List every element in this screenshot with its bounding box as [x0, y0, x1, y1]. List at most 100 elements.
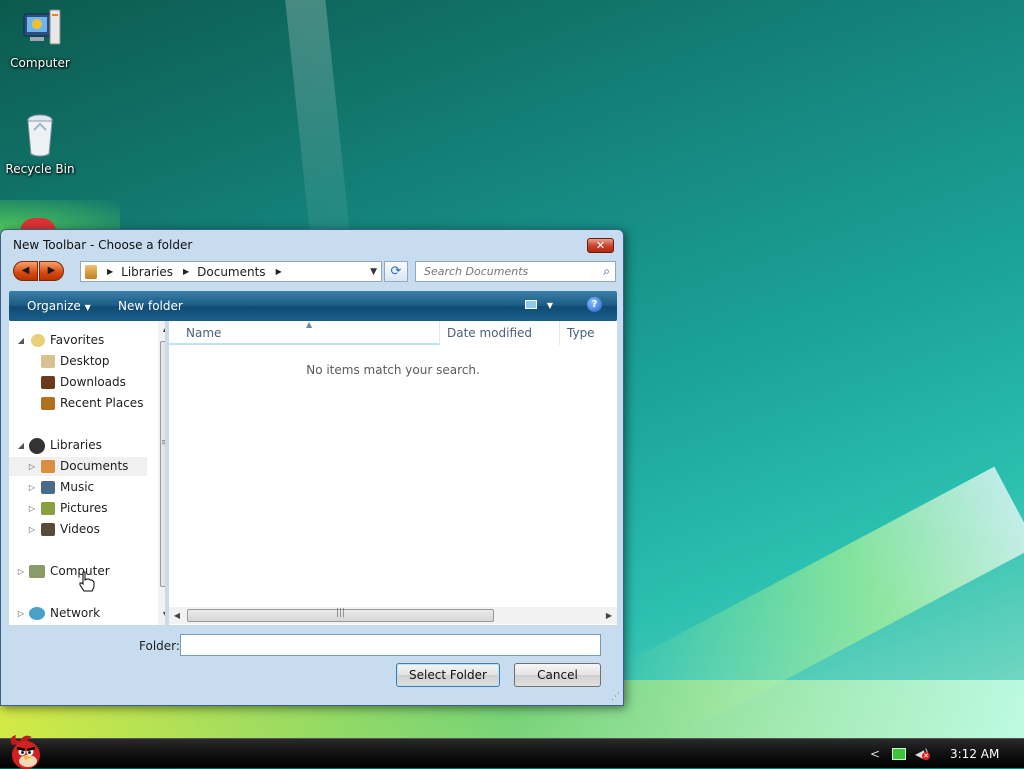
forward-button[interactable]: ▶: [39, 261, 64, 281]
pictures-icon: [41, 502, 55, 515]
desktop-icon-label: Computer: [10, 56, 70, 70]
muted-x-icon: ✕: [922, 752, 930, 760]
scroll-down-icon[interactable]: ▼: [158, 607, 165, 623]
network-tray-icon[interactable]: [892, 748, 906, 760]
nav-label: Desktop: [60, 354, 110, 368]
chevron-down-icon[interactable]: ▼: [370, 267, 377, 277]
cancel-button[interactable]: Cancel: [514, 663, 601, 687]
expand-arrow-icon[interactable]: ▷: [27, 520, 37, 539]
address-bar[interactable]: ▶ Libraries ▶ Documents ▶ ▼: [80, 261, 382, 282]
libraries-icon: [29, 438, 45, 454]
wallpaper-streak: [623, 466, 1024, 744]
desktop-icon-recycle-bin[interactable]: Recycle Bin: [0, 112, 80, 176]
navigation-buttons: ◀ ▶: [13, 261, 64, 281]
nav-item-documents[interactable]: ▷ Documents: [9, 457, 147, 476]
dialog-title: New Toolbar - Choose a folder: [13, 238, 193, 252]
navigation-pane: ◢ Favorites Desktop Downloads Recent Pla…: [9, 321, 166, 625]
expand-arrow-icon[interactable]: ▷: [16, 562, 26, 581]
chevron-right-icon[interactable]: ▶: [107, 267, 113, 276]
network-icon: [29, 607, 45, 620]
scrollbar-thumb[interactable]: [160, 341, 165, 587]
nav-vertical-scrollbar[interactable]: ▲ ≡ ▼: [158, 321, 165, 625]
volume-muted-icon[interactable]: ◀)✕: [915, 747, 931, 761]
organize-button[interactable]: Organize ▼: [27, 299, 91, 313]
column-header-date-modified[interactable]: Date modified: [440, 321, 560, 345]
breadcrumb-documents[interactable]: Documents: [197, 265, 265, 279]
desktop-icon-label: Recycle Bin: [5, 162, 75, 176]
folder-name-input[interactable]: [180, 634, 601, 656]
help-button[interactable]: ?: [587, 297, 602, 312]
nav-item-downloads[interactable]: Downloads: [9, 373, 147, 392]
views-button[interactable]: ▼: [525, 297, 553, 311]
chevron-right-icon[interactable]: ▶: [276, 267, 282, 276]
nav-item-recent-places[interactable]: Recent Places: [9, 394, 147, 413]
show-hidden-icons-chevron-icon[interactable]: <: [870, 747, 880, 761]
nav-label: Favorites: [50, 333, 105, 347]
views-icon: [525, 300, 537, 309]
music-icon: [41, 481, 55, 494]
scroll-left-icon[interactable]: ◀: [169, 607, 185, 624]
nav-favorites[interactable]: ◢ Favorites: [9, 331, 147, 350]
nav-label: Documents: [60, 459, 129, 473]
refresh-button[interactable]: ⟳: [384, 261, 408, 282]
nav-label: Recent Places: [60, 396, 144, 410]
search-input[interactable]: [416, 262, 586, 281]
choose-folder-dialog: New Toolbar - Choose a folder ✕ ◀ ▶ ▶ Li…: [0, 229, 624, 706]
expand-arrow-icon[interactable]: ▷: [27, 478, 37, 497]
nav-libraries[interactable]: ◢ Libraries: [9, 436, 147, 455]
close-button[interactable]: ✕: [587, 238, 614, 253]
search-icon[interactable]: ⌕: [603, 264, 610, 279]
file-list-pane: ▲ Name Date modified Type No items match…: [169, 320, 617, 625]
nav-item-desktop[interactable]: Desktop: [9, 352, 147, 371]
nav-label: Libraries: [50, 438, 102, 452]
taskbar-clock[interactable]: 3:12 AM: [950, 747, 999, 761]
chevron-right-icon[interactable]: ▶: [183, 267, 189, 276]
column-header-type[interactable]: Type: [560, 321, 617, 345]
expand-arrow-icon[interactable]: ◢: [16, 436, 26, 455]
recent-places-icon: [41, 397, 55, 410]
nav-label: Pictures: [60, 501, 108, 515]
chevron-down-icon: ▼: [546, 301, 553, 310]
back-button[interactable]: ◀: [13, 261, 38, 281]
downloads-icon: [41, 376, 55, 389]
grip-icon: ≡: [161, 438, 165, 448]
start-button-angry-bird-icon[interactable]: [6, 731, 46, 769]
file-horizontal-scrollbar[interactable]: ◀ ||| ▶: [169, 607, 617, 624]
favorites-star-icon: [31, 334, 45, 347]
sort-ascending-icon: ▲: [306, 320, 313, 329]
expand-arrow-icon[interactable]: ◢: [16, 331, 26, 350]
breadcrumb-libraries[interactable]: Libraries: [121, 265, 173, 279]
nav-label: Music: [60, 480, 95, 494]
expand-arrow-icon[interactable]: ▷: [16, 604, 26, 623]
column-label: Name: [186, 326, 222, 340]
nav-label: Downloads: [60, 375, 126, 389]
taskbar: < ◀)✕ 3:12 AM: [0, 735, 1024, 769]
command-bar: Organize ▼ New folder ▼ ?: [9, 291, 617, 321]
folder-label: Folder:: [139, 639, 180, 653]
select-folder-button[interactable]: Select Folder: [396, 663, 500, 687]
nav-item-music[interactable]: ▷ Music: [9, 478, 147, 497]
resize-grip-icon[interactable]: ⋰: [611, 692, 620, 702]
hand-cursor-icon: [79, 571, 95, 592]
nav-item-pictures[interactable]: ▷ Pictures: [9, 499, 147, 518]
nav-label: Network: [50, 606, 101, 620]
new-folder-button[interactable]: New folder: [118, 299, 183, 313]
documents-icon: [41, 460, 55, 473]
desktop-icon-computer[interactable]: Computer: [0, 8, 80, 70]
nav-network[interactable]: ▷ Network: [9, 604, 147, 623]
column-header-name[interactable]: ▲ Name: [169, 320, 440, 345]
folder-icon: [85, 264, 97, 279]
expand-arrow-icon[interactable]: ▷: [27, 457, 37, 476]
search-box[interactable]: ⌕: [415, 261, 616, 282]
organize-label: Organize: [27, 299, 81, 313]
grip-icon: |||: [336, 608, 346, 618]
videos-icon: [41, 523, 55, 536]
desktop-icon: [41, 355, 55, 368]
scroll-up-icon[interactable]: ▲: [158, 321, 165, 337]
recycle-bin-icon: [27, 114, 53, 157]
expand-arrow-icon[interactable]: ▷: [27, 499, 37, 518]
scroll-right-icon[interactable]: ▶: [601, 607, 617, 624]
chevron-down-icon: ▼: [84, 303, 91, 312]
nav-item-videos[interactable]: ▷ Videos: [9, 520, 147, 539]
computer-icon: [23, 9, 61, 45]
